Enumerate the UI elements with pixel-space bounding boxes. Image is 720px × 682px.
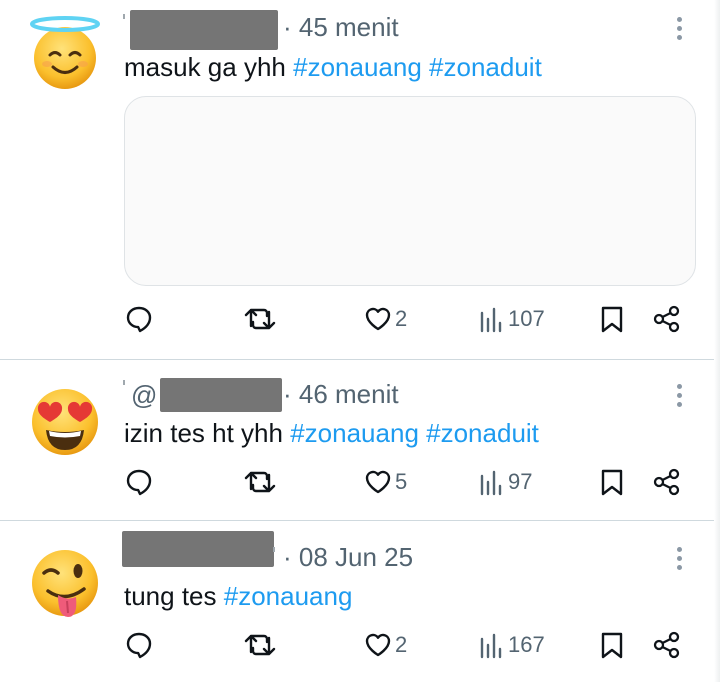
views-button[interactable]: 107 xyxy=(478,304,545,334)
reply-icon xyxy=(126,632,152,659)
retweet-icon xyxy=(244,634,276,656)
username-edge-mark xyxy=(123,14,125,19)
tweet-time[interactable]: · 08 Jun 25 xyxy=(283,542,413,573)
handle-at-sign: @ xyxy=(131,380,158,410)
avatar-wink-tongue-emoji[interactable] xyxy=(26,545,104,623)
share-icon xyxy=(653,305,680,333)
redacted-username xyxy=(130,10,278,50)
tweet-text: izin tes ht yhh #zonauang #zonaduit xyxy=(124,418,539,449)
more-options-icon[interactable] xyxy=(676,17,684,44)
tweet-time[interactable]: · 45 menit xyxy=(283,12,399,43)
more-options-icon[interactable] xyxy=(676,547,684,574)
reply-button[interactable] xyxy=(124,467,154,497)
like-count: 5 xyxy=(395,469,408,494)
more-options-icon[interactable] xyxy=(676,384,684,411)
like-button[interactable]: 2 xyxy=(363,630,407,660)
redacted-username xyxy=(122,531,274,567)
hashtag-link[interactable]: #zonaduit xyxy=(429,52,542,82)
bookmark-icon xyxy=(601,469,623,496)
reply-icon xyxy=(126,306,152,333)
username-edge-mark xyxy=(123,380,125,385)
retweet-icon xyxy=(244,471,276,493)
tweet-body: izin tes ht yhh xyxy=(124,418,283,448)
hashtag-link[interactable]: #zonauang xyxy=(290,418,419,448)
analytics-icon xyxy=(480,307,502,333)
bookmark-button[interactable] xyxy=(598,630,626,660)
bookmark-icon xyxy=(601,632,623,659)
like-count: 2 xyxy=(395,632,408,657)
tweet-body: tung tes xyxy=(124,581,217,611)
analytics-icon xyxy=(480,633,502,659)
heart-icon xyxy=(365,307,391,331)
tweet-3[interactable]: · 08 Jun 25 tung tes #zonauang 2 167 xyxy=(0,521,720,682)
action-bar: 2 107 xyxy=(0,304,720,344)
tweet-media-placeholder[interactable] xyxy=(124,96,696,286)
action-bar: 2 167 xyxy=(0,630,720,670)
like-count: 2 xyxy=(395,306,408,331)
retweet-button[interactable] xyxy=(243,467,277,497)
share-button[interactable] xyxy=(652,467,682,497)
reply-icon xyxy=(126,469,152,496)
reply-button[interactable] xyxy=(124,630,154,660)
retweet-button[interactable] xyxy=(243,304,277,334)
like-button[interactable]: 2 xyxy=(363,304,407,334)
hashtag-link[interactable]: #zonauang xyxy=(224,581,353,611)
tweet-text: masuk ga yhh #zonauang #zonaduit xyxy=(124,52,542,83)
hashtag-link[interactable]: #zonauang xyxy=(293,52,422,82)
share-button[interactable] xyxy=(652,304,682,334)
share-icon xyxy=(653,631,680,659)
tweet-2[interactable]: @ · 46 menit izin tes ht yhh #zonauang #… xyxy=(0,360,720,520)
heart-icon xyxy=(365,633,391,657)
hashtag-link[interactable]: #zonaduit xyxy=(426,418,539,448)
like-button[interactable]: 5 xyxy=(363,467,407,497)
redacted-username xyxy=(160,378,282,412)
bookmark-button[interactable] xyxy=(598,304,626,334)
view-count: 97 xyxy=(508,469,533,494)
bookmark-button[interactable] xyxy=(598,467,626,497)
view-count: 107 xyxy=(508,306,545,331)
view-count: 167 xyxy=(508,632,545,657)
tweet-1[interactable]: · 45 menit masuk ga yhh #zonauang #zonad… xyxy=(0,0,720,359)
tweet-time[interactable]: · 46 menit xyxy=(283,379,399,410)
share-icon xyxy=(653,468,680,496)
views-button[interactable]: 167 xyxy=(478,630,545,660)
views-button[interactable]: 97 xyxy=(478,467,532,497)
tweet-text: tung tes #zonauang xyxy=(124,581,352,612)
tweet-body: masuk ga yhh xyxy=(124,52,286,82)
avatar-heart-eyes-emoji[interactable] xyxy=(26,382,104,460)
avatar-halo-emoji[interactable] xyxy=(26,12,104,90)
analytics-icon xyxy=(480,470,502,496)
action-bar: 5 97 xyxy=(0,467,720,507)
heart-icon xyxy=(365,470,391,494)
scroll-edge-shadow xyxy=(714,0,720,682)
bookmark-icon xyxy=(601,306,623,333)
share-button[interactable] xyxy=(652,630,682,660)
reply-button[interactable] xyxy=(124,304,154,334)
username-edge-mark xyxy=(273,547,275,552)
retweet-icon xyxy=(244,308,276,330)
retweet-button[interactable] xyxy=(243,630,277,660)
